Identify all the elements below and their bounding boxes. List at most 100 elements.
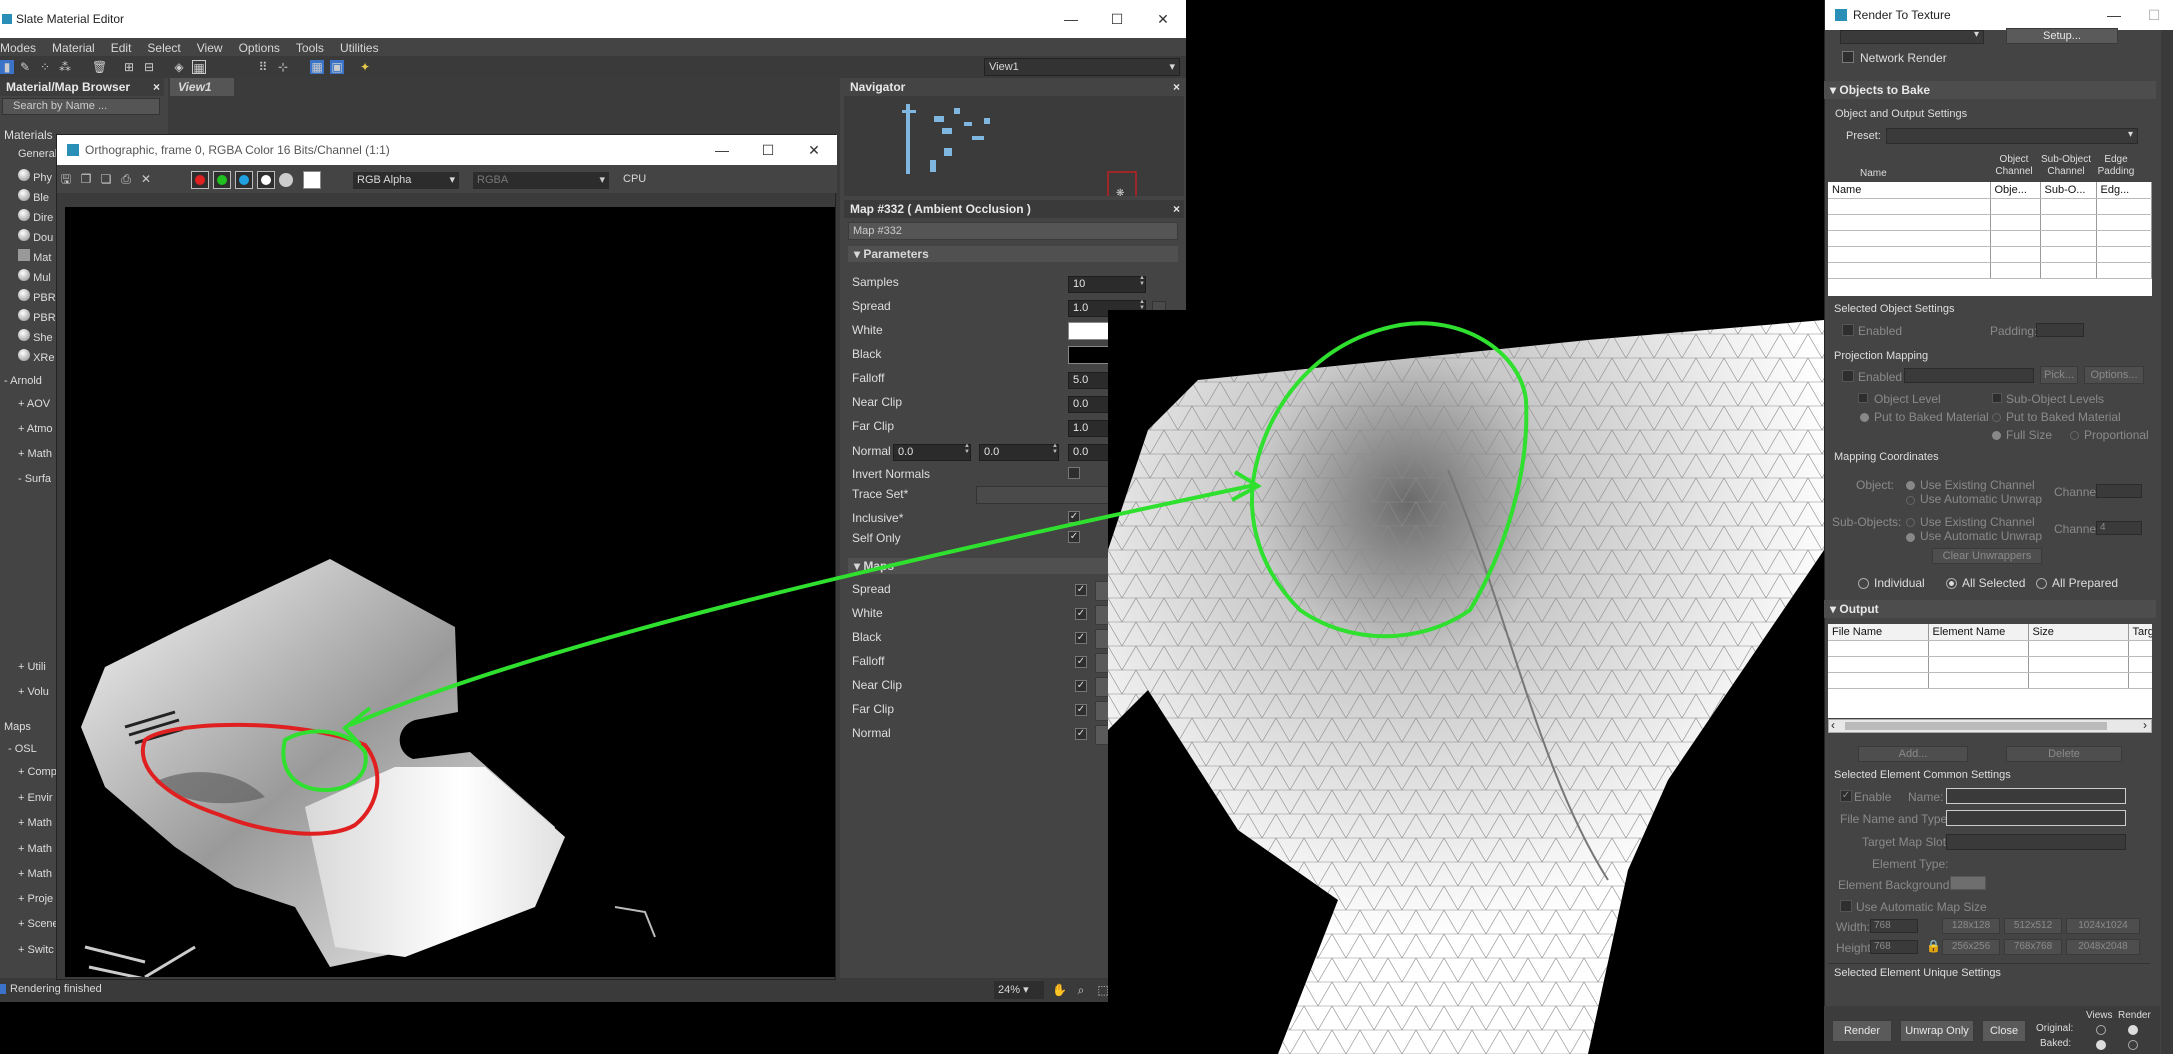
self-only-checkbox[interactable]: ✓ (1068, 531, 1080, 543)
list-item[interactable]: Mat (18, 249, 51, 264)
menu-select[interactable]: Select (147, 38, 180, 58)
table-row[interactable] (1828, 656, 2152, 673)
close-button[interactable]: Close (1982, 1020, 2026, 1042)
close-button[interactable]: ✕ (1140, 11, 1186, 28)
projection-dropdown[interactable] (1904, 368, 2034, 383)
proportional-radio[interactable] (2070, 431, 2079, 440)
close-icon[interactable]: × (1173, 202, 1180, 216)
table-row[interactable] (1828, 246, 2152, 263)
scroll-right-icon[interactable]: › (2143, 718, 2147, 732)
view-dropdown[interactable]: View1 ▾ (984, 58, 1180, 76)
list-item[interactable]: + Proje (18, 893, 53, 905)
list-item[interactable]: + Envir (18, 792, 53, 804)
menu-view[interactable]: View (197, 38, 223, 58)
nav-icon[interactable]: ⊹ (276, 60, 290, 74)
network-render-checkbox[interactable] (1842, 51, 1854, 63)
original-views-radio[interactable] (2096, 1025, 2106, 1035)
search-input[interactable]: Search by Name ... (2, 98, 160, 115)
maps-row-checkbox[interactable]: ✓ (1075, 608, 1087, 620)
list-item[interactable]: PBR (18, 289, 56, 304)
hide-icon[interactable]: ◈ (172, 60, 186, 74)
list-item[interactable]: Phy (18, 169, 52, 184)
list-item[interactable]: + Utili (18, 661, 46, 673)
size-1024-button[interactable]: 1024x1024 (2066, 918, 2140, 934)
list-item[interactable]: XRe (18, 349, 54, 364)
width-spinner[interactable]: 768 (1870, 919, 1918, 933)
table-row[interactable]: Name Obje... Sub-O... Edg... (1828, 182, 2152, 199)
target-map-slot-dropdown[interactable] (1946, 834, 2126, 850)
list-item[interactable]: + Switc (18, 944, 54, 956)
table-row[interactable] (1828, 230, 2152, 247)
setup-button[interactable]: Setup... (2006, 28, 2118, 44)
bg-swatch[interactable] (303, 171, 321, 189)
put-baked2-radio[interactable] (1992, 413, 2001, 422)
baked-render-radio[interactable] (2128, 1040, 2138, 1050)
save-icon[interactable]: 🖫 (59, 172, 73, 186)
maps-row-checkbox[interactable]: ✓ (1075, 680, 1087, 692)
move-children-icon[interactable]: ⠿ (256, 60, 270, 74)
navigator-minimap[interactable]: ❋ (844, 96, 1184, 196)
eyedropper-icon[interactable]: ✎ (18, 60, 32, 74)
minimize-button[interactable]: — (1048, 11, 1094, 27)
sub-channel-spinner[interactable]: 4 (2096, 521, 2142, 535)
clone-icon[interactable]: ❏ (99, 172, 113, 186)
samples-spinner[interactable]: 10 (1068, 275, 1146, 293)
table-row[interactable] (1828, 640, 2152, 657)
list-item[interactable]: PBR (18, 309, 56, 324)
clear-unwrappers-button[interactable]: Clear Unwrappers (1932, 548, 2042, 564)
snap2-icon[interactable]: ▣ (330, 60, 344, 74)
options-button[interactable]: Options... (2084, 366, 2144, 384)
clear-icon[interactable]: ✕ (139, 172, 153, 186)
element-bg-swatch[interactable] (1950, 876, 1986, 890)
viewport-3d[interactable] (1108, 310, 1824, 1054)
map-name-field[interactable]: Map #332 (848, 222, 1178, 240)
arnold-label[interactable]: - Arnold (4, 375, 42, 387)
blue-channel-button[interactable] (235, 171, 253, 189)
list-item[interactable]: - OSL (8, 743, 37, 755)
list-item[interactable]: Mul (18, 269, 51, 284)
parameters-rollout[interactable]: ▾ Parameters (848, 246, 1178, 262)
use-auto-radio[interactable] (1906, 496, 1915, 505)
inclusive-checkbox[interactable]: ✓ (1068, 511, 1080, 523)
pick-material-icon[interactable]: ▮ (0, 60, 14, 74)
element-name-field[interactable] (1946, 788, 2126, 804)
table-row[interactable] (1828, 672, 2152, 689)
pick-button[interactable]: Pick... (2040, 366, 2078, 384)
preset-dropdown[interactable]: ▾ (1886, 128, 2138, 144)
unwrap-only-button[interactable]: Unwrap Only (1900, 1020, 1974, 1042)
full-size-radio[interactable] (1992, 431, 2001, 440)
enabled-checkbox[interactable] (1842, 324, 1854, 336)
list-item[interactable]: - Surfa (18, 473, 51, 485)
add-button[interactable]: Add... (1858, 746, 1968, 762)
maps-row-checkbox[interactable]: ✓ (1075, 728, 1087, 740)
list-item[interactable]: + Math (18, 868, 52, 880)
list-item[interactable]: + Scene (18, 918, 59, 930)
paint-icon[interactable]: ⁘ (38, 60, 52, 74)
delete-icon[interactable]: 🗑 (92, 60, 107, 74)
alpha-channel-button[interactable] (257, 171, 275, 189)
list-item[interactable]: + Atmo (18, 423, 53, 435)
lock-icon[interactable]: 🔒 (1926, 939, 1941, 953)
layout-icon[interactable]: ⊞ (122, 60, 136, 74)
close-icon[interactable]: × (153, 80, 160, 94)
show-map-icon[interactable]: ▦ (192, 60, 206, 75)
maps-row-checkbox[interactable]: ✓ (1075, 704, 1087, 716)
height-spinner[interactable]: 768 (1870, 940, 1918, 954)
output-rollout[interactable]: ▾ Output (1824, 600, 2156, 618)
channel-dropdown[interactable] (2096, 484, 2142, 498)
print-icon[interactable]: ⎙ (119, 172, 133, 186)
menu-material[interactable]: Material (52, 38, 95, 58)
menu-edit[interactable]: Edit (111, 38, 132, 58)
maximize-button[interactable]: ☐ (1094, 11, 1140, 28)
size-2048-button[interactable]: 2048x2048 (2066, 939, 2140, 955)
menu-modes[interactable]: Modes (0, 38, 36, 58)
object-level-checkbox[interactable] (1858, 393, 1868, 403)
rtt-scrollbar[interactable] (2161, 30, 2173, 1054)
table-row[interactable] (1828, 214, 2152, 231)
size-512-button[interactable]: 512x512 (2004, 918, 2062, 934)
table-row[interactable] (1828, 198, 2152, 215)
rtt-top-dropdown[interactable]: ▾ (1840, 29, 1984, 44)
all-prepared-radio[interactable] (2036, 578, 2047, 589)
channel-select[interactable]: RGB Alpha ▾ (353, 172, 459, 189)
menu-tools[interactable]: Tools (296, 38, 324, 58)
